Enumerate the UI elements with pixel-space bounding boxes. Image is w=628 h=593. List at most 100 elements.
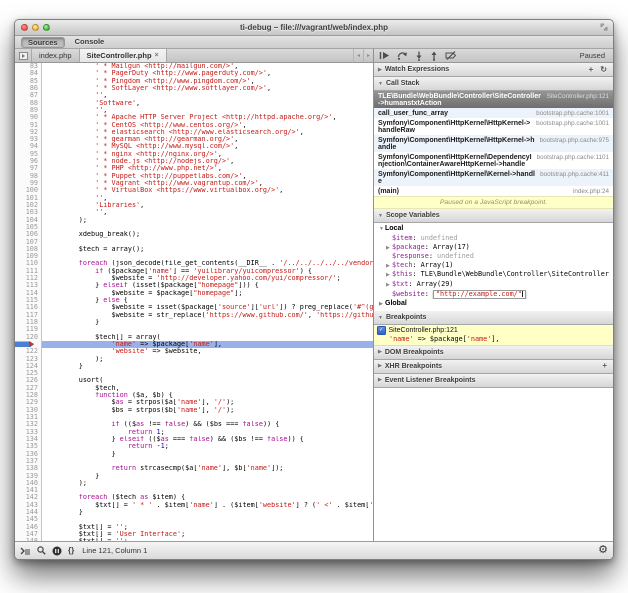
code-text[interactable]: ); — [42, 356, 373, 363]
code-text[interactable]: ); — [42, 217, 373, 224]
close-tab-icon[interactable]: × — [155, 52, 159, 59]
scope-variable[interactable]: ▶$this: TLE\Bundle\WebBundle\Controller\… — [374, 270, 613, 280]
code-text[interactable]: } — [42, 319, 373, 326]
code-text[interactable] — [42, 370, 373, 377]
settings-gear-icon[interactable]: ⚙ — [598, 545, 608, 556]
code-text[interactable]: '', — [42, 209, 373, 216]
toggle-breakpoints-button[interactable] — [445, 51, 457, 60]
stack-frame[interactable]: index.php:24(main) — [374, 186, 613, 196]
code-text[interactable]: $website = 'http://developer.yahoo.com/y… — [42, 275, 373, 282]
scope-variable[interactable]: $item: undefined — [374, 234, 613, 243]
code-line[interactable]: 111 if ($package['name'] == 'yuilibrary/… — [15, 268, 373, 275]
code-text[interactable]: ' * PagerDuty <http://www.pagerduty.com/… — [42, 70, 373, 77]
code-text[interactable]: ); — [42, 480, 373, 487]
code-text[interactable]: $website = isset($package['source']['url… — [42, 304, 373, 311]
code-text[interactable]: usort( — [42, 377, 373, 384]
sidebar-toggle-icon[interactable] — [15, 49, 32, 62]
code-text[interactable]: } else { — [42, 297, 373, 304]
code-text[interactable]: $tech, — [42, 385, 373, 392]
code-line[interactable]: 138 return strcasecmp($a['name'], $b['na… — [15, 465, 373, 472]
code-text[interactable]: $tech[] = array( — [42, 334, 373, 341]
code-text[interactable]: } elseif (isset($package["homepage"])) { — [42, 282, 373, 289]
pause-on-exceptions-icon[interactable] — [52, 546, 62, 556]
tab-sources[interactable]: Sources — [21, 37, 65, 48]
add-xhr-breakpoint-icon[interactable]: + — [600, 362, 609, 370]
code-text[interactable]: ' * Pingdom <http://www.pingdom.com/>', — [42, 78, 373, 85]
code-text[interactable]: $as = strpos($a['name'], '/'); — [42, 399, 373, 406]
code-text[interactable]: if (($as !== false) && ($bs === false)) … — [42, 421, 373, 428]
fullscreen-icon[interactable] — [600, 23, 608, 31]
code-text[interactable] — [42, 239, 373, 246]
breakpoint-checkbox[interactable]: ✓ — [377, 326, 386, 335]
code-line[interactable]: 118 } — [15, 319, 373, 326]
code-line[interactable]: 117 $website = str_replace('https://www.… — [15, 312, 373, 319]
code-line[interactable]: 86 ' * SoftLayer <http://www.softlayer.c… — [15, 85, 373, 92]
code-text[interactable]: return -1; — [42, 443, 373, 450]
scope-variables-header[interactable]: ▼ Scope Variables — [374, 209, 613, 223]
code-text[interactable]: $website = $package["homepage"]; — [42, 290, 373, 297]
code-text[interactable]: $bs = strpos($b['name'], '/'); — [42, 407, 373, 414]
code-text[interactable]: ' * Puppet <http://puppetlabs.com/>', — [42, 173, 373, 180]
code-text[interactable] — [42, 516, 373, 523]
code-line[interactable]: 85 ' * Pingdom <http://www.pingdom.com/>… — [15, 78, 373, 85]
scope-variable[interactable]: ▶$package: Array(17) — [374, 243, 613, 253]
breakpoint-item[interactable]: ✓SiteController.php:121'name' => $packag… — [374, 325, 613, 346]
tab-overflow-left-icon[interactable]: ◂ — [353, 49, 363, 62]
code-line[interactable]: 129 $as = strpos($a['name'], '/'); — [15, 399, 373, 406]
code-text[interactable]: 'Software', — [42, 100, 373, 107]
code-text[interactable] — [42, 326, 373, 333]
code-text[interactable]: $txt[] = 'User Interface'; — [42, 531, 373, 538]
code-line[interactable]: 147 $txt[] = 'User Interface'; — [15, 531, 373, 538]
code-text[interactable] — [42, 414, 373, 421]
code-line[interactable]: 108 $tech = array(); — [15, 246, 373, 253]
close-window-button[interactable] — [21, 24, 28, 31]
code-line[interactable]: 97 ' * PHP <http://www.php.net/>', — [15, 165, 373, 172]
code-editor[interactable]: 83 ' * Mailgun <http://mailgun.com/>',84… — [15, 63, 373, 541]
add-watch-icon[interactable]: + — [587, 66, 596, 74]
code-line[interactable]: 140 ); — [15, 480, 373, 487]
file-tab-index[interactable]: index.php — [32, 49, 80, 62]
step-over-button[interactable] — [397, 51, 408, 60]
code-text[interactable]: } — [42, 509, 373, 516]
code-line[interactable]: 89 '', — [15, 107, 373, 114]
line-number-gutter[interactable]: 120 — [15, 334, 42, 341]
code-line[interactable]: 124 } — [15, 363, 373, 370]
code-line[interactable]: 106 xdebug_break(); — [15, 231, 373, 238]
code-line[interactable]: 143 $txt[] = ' * ' . $item['name'] . ($i… — [15, 502, 373, 509]
code-text[interactable]: function ($a, $b) { — [42, 392, 373, 399]
code-line[interactable]: 141 — [15, 487, 373, 494]
code-text[interactable]: ' * Apache HTTP Server Project <http://h… — [42, 114, 373, 121]
scope-variable[interactable]: ▶$txt: Array(29) — [374, 280, 613, 290]
code-text[interactable]: ' * nginx <http://nginx.org/>', — [42, 151, 373, 158]
code-text[interactable]: if ($package['name'] == 'yuilibrary/yuic… — [42, 268, 373, 275]
code-text[interactable]: foreach ($tech as $item) { — [42, 494, 373, 501]
code-line[interactable]: 114 $website = $package["homepage"]; — [15, 290, 373, 297]
zoom-window-button[interactable] — [43, 24, 50, 31]
file-tab-sitecontroller[interactable]: SiteController.php × — [80, 49, 167, 62]
stack-frame[interactable]: bootstrap.php.cache:1101Symfony\Componen… — [374, 152, 613, 169]
xhr-breakpoints-header[interactable]: ▶ XHR Breakpoints + — [374, 360, 613, 374]
code-text[interactable] — [42, 487, 373, 494]
code-line[interactable]: 116 $website = isset($package['source'][… — [15, 304, 373, 311]
code-line[interactable]: 135 return -1; — [15, 443, 373, 450]
line-number-gutter[interactable]: 148 — [15, 538, 42, 541]
code-text[interactable]: } — [42, 451, 373, 458]
code-line[interactable]: 'name' => $package['name'], — [15, 341, 373, 348]
code-text[interactable]: ' * PHP <http://www.php.net/>', — [42, 165, 373, 172]
step-into-button[interactable] — [415, 51, 423, 61]
call-stack-header[interactable]: ▼ Call Stack — [374, 77, 613, 91]
code-line[interactable]: 96 ' * node.js <http://nodejs.org/>', — [15, 158, 373, 165]
code-line[interactable]: 137 — [15, 458, 373, 465]
console-drawer-icon[interactable] — [20, 547, 31, 555]
refresh-watch-icon[interactable]: ↻ — [598, 66, 609, 74]
code-text[interactable]: ' * gearman <http://gearman.org/>', — [42, 136, 373, 143]
step-out-button[interactable] — [430, 51, 438, 61]
tab-overflow-right-icon[interactable]: ▸ — [363, 49, 373, 62]
code-text[interactable]: 'name' => $package['name'], — [42, 341, 373, 348]
code-line[interactable]: 99 ' * Vagrant <http://www.vagrantup.com… — [15, 180, 373, 187]
code-line[interactable]: 115 } else { — [15, 297, 373, 304]
scope-local[interactable]: ▼Local — [374, 224, 613, 234]
code-text[interactable]: $website = str_replace('https://www.gith… — [42, 312, 373, 319]
variable-value-editor[interactable]: "http://example.com/" — [433, 290, 526, 300]
code-line[interactable]: 146 $txt[] = ''; — [15, 524, 373, 531]
